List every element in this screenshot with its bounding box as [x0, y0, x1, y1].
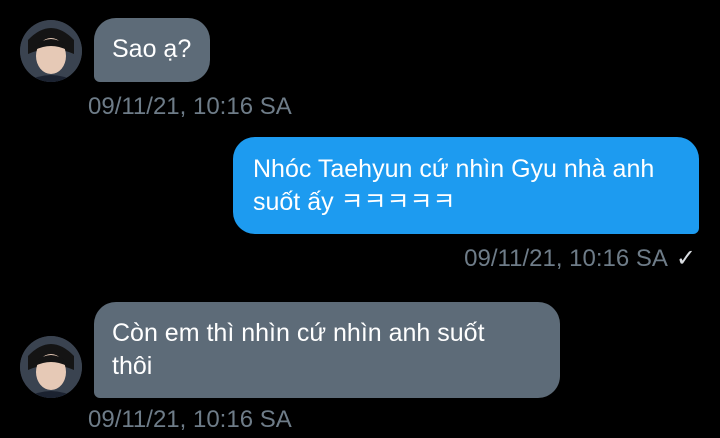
- message-timestamp: 09/11/21, 10:16 SA: [464, 245, 668, 272]
- message-text: Sao ạ?: [112, 35, 192, 63]
- message-text-line: thôi: [112, 352, 153, 380]
- user-avatar-icon: [20, 336, 82, 398]
- message-bubble-incoming[interactable]: Còn em thì nhìn cứ nhìn anh suốt thôi: [94, 302, 560, 398]
- message-thread: Sao ạ? 09/11/21, 10:16 SA Nhóc Taehyun c…: [0, 0, 720, 438]
- message-timestamp: 09/11/21, 10:16 SA: [88, 93, 292, 120]
- message-text-line: Nhóc Taehyun cứ nhìn Gyu nhà anh: [253, 155, 655, 183]
- message-bubble-incoming[interactable]: Sao ạ?: [94, 18, 210, 82]
- message-timestamp: 09/11/21, 10:16 SA: [88, 406, 292, 433]
- message-bubble-outgoing[interactable]: Nhóc Taehyun cứ nhìn Gyu nhà anh suốt ấy…: [233, 137, 699, 234]
- user-avatar-icon: [20, 20, 82, 82]
- sender-avatar[interactable]: [20, 20, 82, 82]
- message-text-line: Còn em thì nhìn cứ nhìn anh suốt: [112, 319, 485, 347]
- sender-avatar[interactable]: [20, 336, 82, 398]
- message-timestamp-row: 09/11/21, 10:16 SA ✓: [464, 245, 696, 273]
- check-icon: ✓: [675, 245, 696, 272]
- message-text-line: suốt ấy ㅋㅋㅋㅋㅋ: [253, 188, 456, 216]
